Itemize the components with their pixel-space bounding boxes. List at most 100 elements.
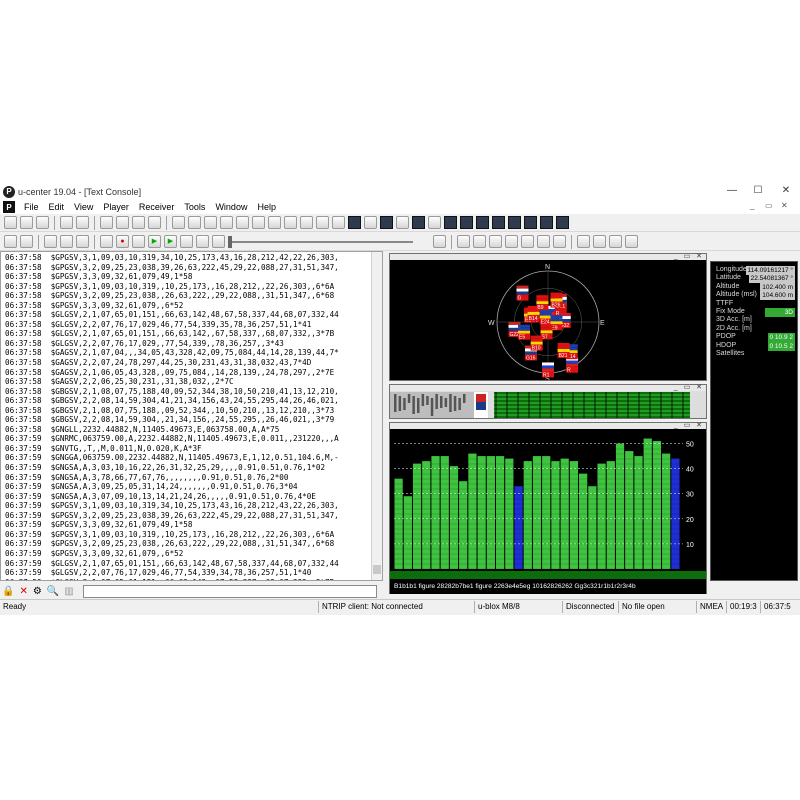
compass-icon[interactable] [444, 216, 457, 229]
chart2-icon[interactable] [188, 216, 201, 229]
end-icon[interactable] [433, 235, 446, 248]
columns-icon[interactable]: ▥ [64, 586, 73, 597]
status-row-label: PDOP [716, 333, 736, 341]
dropdown2-icon[interactable] [364, 216, 377, 229]
poll3-icon[interactable] [489, 235, 502, 248]
gear4-icon[interactable] [625, 235, 638, 248]
poll2-icon[interactable] [473, 235, 486, 248]
packet-icon[interactable] [268, 216, 281, 229]
close-button[interactable]: ✕ [776, 184, 796, 198]
deviation-icon[interactable] [412, 216, 425, 229]
flag-stripe [518, 330, 531, 334]
rewind-icon[interactable] [180, 235, 193, 248]
preview-icon[interactable] [76, 216, 89, 229]
console-line: 06:37:58 $GBGSV,2,2,08,14,59,304,,21,34,… [5, 415, 335, 425]
clear-icon[interactable] [148, 216, 161, 229]
slider-thumb[interactable] [228, 235, 232, 248]
gear3-icon[interactable] [609, 235, 622, 248]
print-icon[interactable] [60, 216, 73, 229]
play-icon[interactable]: ▶ [148, 235, 161, 248]
signal-bar [486, 456, 495, 569]
new-icon[interactable] [4, 216, 17, 229]
config-icon[interactable] [332, 216, 345, 229]
messages-icon[interactable] [316, 216, 329, 229]
mdi-minimize-button[interactable]: _ [750, 201, 754, 210]
mdi-close-button[interactable]: ✕ [781, 201, 788, 210]
search-icon[interactable]: 🔍 [47, 586, 59, 597]
table2-icon[interactable] [236, 216, 249, 229]
sky-icon[interactable] [380, 216, 393, 229]
pane-buttons[interactable]: _ ▭ ✕ [674, 252, 704, 260]
table-icon[interactable] [220, 216, 233, 229]
console-scrollbar[interactable] [371, 252, 382, 580]
save-icon[interactable] [20, 216, 33, 229]
maximize-button[interactable]: ☐ [748, 184, 768, 198]
map-icon[interactable] [348, 216, 361, 229]
poll-icon[interactable] [457, 235, 470, 248]
gear-icon[interactable] [577, 235, 590, 248]
lock-icon[interactable]: 🔒 [2, 586, 14, 597]
signal-bar [449, 466, 459, 569]
pane-buttons[interactable]: _ ▭ ✕ [674, 421, 704, 429]
binary-icon[interactable] [284, 216, 297, 229]
copy-icon[interactable] [116, 216, 129, 229]
chart3-icon[interactable] [204, 216, 217, 229]
console-line: 06:37:59 $GPGSV,3,3,09,32,61,079,,6*52 [5, 548, 184, 558]
poll4-icon[interactable] [505, 235, 518, 248]
console-line: 06:37:59 $GPGSV,3,2,09,25,23,038,39,26,6… [5, 510, 339, 520]
eject-icon[interactable] [100, 235, 113, 248]
menu-tools[interactable]: Tools [179, 202, 210, 212]
menu-help[interactable]: Help [252, 202, 281, 212]
dropdown3-icon[interactable] [396, 216, 409, 229]
fast-forward-icon[interactable]: ▶ [164, 235, 177, 248]
connect-icon[interactable] [60, 235, 73, 248]
command-input[interactable] [82, 584, 377, 598]
menu-receiver[interactable]: Receiver [134, 202, 180, 212]
window-icon[interactable] [252, 216, 265, 229]
port-dropdown-icon[interactable] [4, 235, 17, 248]
menu-edit[interactable]: Edit [44, 202, 70, 212]
record-icon[interactable]: ● [116, 235, 129, 248]
mdi-restore-button[interactable]: ▭ [765, 201, 773, 210]
text-console[interactable]: 06:37:58 $GPGSV,3,1,09,03,10,319,34,10,2… [0, 251, 383, 581]
poll-nmea-icon[interactable] [537, 235, 550, 248]
pane-header: _ ▭ ✕ [390, 383, 706, 391]
filter-icon[interactable]: ⚙ [33, 586, 42, 597]
signal-icon[interactable] [476, 216, 489, 229]
camera-icon[interactable] [540, 216, 553, 229]
poll-ubx-icon[interactable] [521, 235, 534, 248]
baud-dropdown-icon[interactable] [20, 235, 33, 248]
menu-file[interactable]: File [19, 202, 44, 212]
pause-icon[interactable] [132, 235, 145, 248]
scrollbar-thumb[interactable] [373, 565, 381, 574]
cut-icon[interactable] [100, 216, 113, 229]
satellite-label: E5 [519, 335, 525, 341]
poll-rtcm-icon[interactable] [553, 235, 566, 248]
satellite-label: R1 [543, 372, 550, 378]
chart-icon[interactable] [172, 216, 185, 229]
dropdown-icon[interactable] [300, 216, 313, 229]
menu-window[interactable]: Window [210, 202, 252, 212]
delete-icon[interactable]: ✕ [19, 586, 27, 597]
pane-buttons[interactable]: _ ▭ ✕ [674, 383, 704, 391]
paste-icon[interactable] [132, 216, 145, 229]
menu-view[interactable]: View [69, 202, 98, 212]
clock-icon[interactable] [460, 216, 473, 229]
datalog-icon[interactable] [508, 216, 521, 229]
step-back-icon[interactable] [196, 235, 209, 248]
statistics-icon[interactable] [524, 216, 537, 229]
satellite-marker: E5 [518, 324, 531, 341]
minimize-button[interactable]: — [722, 184, 742, 198]
level-pane: _ ▭ ✕ [389, 384, 707, 419]
gauge-icon[interactable] [492, 216, 505, 229]
open-icon[interactable] [36, 216, 49, 229]
dropdown4-icon[interactable] [428, 216, 441, 229]
status-ntrip: NTRIP client: Not connected [318, 601, 474, 613]
menu-player[interactable]: Player [98, 202, 134, 212]
step-forward-icon[interactable] [212, 235, 225, 248]
playback-slider[interactable] [228, 235, 413, 249]
autobaud-icon[interactable] [44, 235, 57, 248]
earth-icon[interactable] [556, 216, 569, 229]
gear2-icon[interactable] [593, 235, 606, 248]
antenna-icon[interactable] [76, 235, 89, 248]
